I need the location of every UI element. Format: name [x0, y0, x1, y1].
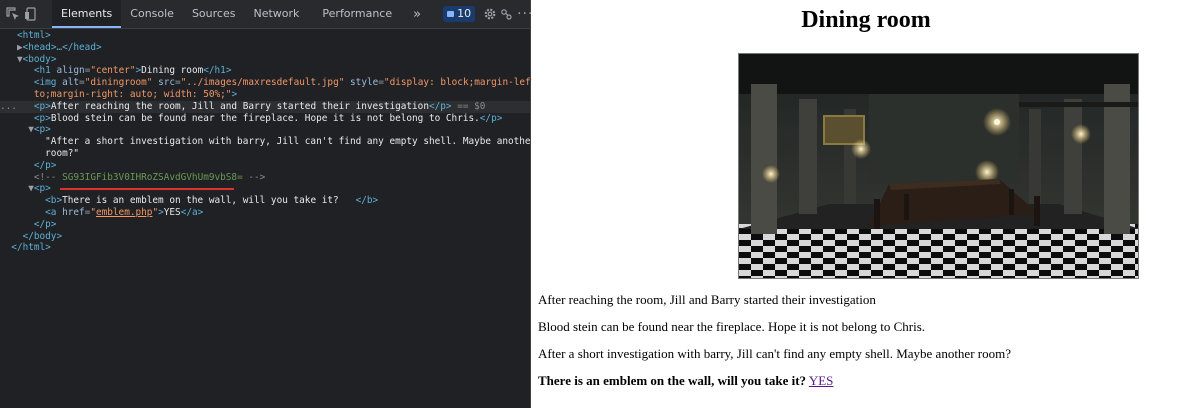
- message-icon: [447, 11, 455, 17]
- dom-tree: <html> ▶<head>…</head> ▼<body> <h1 align…: [0, 29, 559, 254]
- dom-line-html-open[interactable]: <html>: [0, 30, 530, 42]
- inspect-element-icon[interactable]: [6, 5, 20, 23]
- devtools-panel: Elements Console Sources Network Perform…: [0, 0, 559, 408]
- page-title: Dining room: [801, 7, 931, 33]
- message-count: 10: [457, 7, 472, 20]
- rendered-page: Dining room After reaching the room, Jil…: [532, 0, 1200, 408]
- dom-line-b[interactable]: <b>There is an emblem on the wall, will …: [0, 195, 530, 207]
- dom-line-p3-close[interactable]: </p>: [0, 160, 530, 172]
- tab-performance[interactable]: Performance: [308, 0, 401, 28]
- emblem-paragraph: There is an emblem on the wall, will you…: [538, 373, 833, 389]
- tab-sources[interactable]: Sources: [183, 0, 245, 28]
- dom-href-link[interactable]: emblem.php: [96, 207, 152, 218]
- paragraph-investigation: After reaching the room, Jill and Barry …: [538, 292, 876, 307]
- dining-room-illustration: [739, 54, 1138, 278]
- tab-console[interactable]: Console: [121, 0, 183, 28]
- dom-line-body-close[interactable]: </body>: [0, 231, 530, 243]
- dom-line-comment[interactable]: <!-- SG93IGFib3V0IHRoZSAvdGVhUm9vbS8= --…: [0, 172, 530, 190]
- device-toolbar-icon[interactable]: [24, 5, 38, 23]
- dom-line-body-open[interactable]: ▼<body>: [0, 54, 530, 66]
- yes-link[interactable]: YES: [809, 373, 834, 388]
- dom-line-a[interactable]: <a href="emblem.php">YES</a>: [0, 207, 530, 219]
- messages-badge[interactable]: 10: [443, 6, 476, 22]
- dom-line-p4-close[interactable]: </p>: [0, 219, 530, 231]
- devtools-toolbar: Elements Console Sources Network Perform…: [0, 0, 551, 29]
- dom-line-img-cont[interactable]: to;margin-right: auto; width: 50%;">: [0, 89, 530, 101]
- dom-line-p2[interactable]: <p>Blood stein can be found near the fir…: [0, 113, 530, 125]
- dom-line-head[interactable]: ▶<head>…</head>: [0, 42, 530, 54]
- tab-elements[interactable]: Elements: [52, 0, 122, 28]
- paragraph-empty-shell: After a short investigation with barry, …: [538, 346, 1011, 361]
- paragraph-blood-stain: Blood stein can be found near the firepl…: [538, 319, 926, 334]
- dom-line-p4-open[interactable]: ▼<p>: [0, 183, 530, 195]
- more-tabs-icon[interactable]: »: [407, 7, 427, 22]
- dom-line-p3-text[interactable]: "After a short investigation with barry,…: [0, 136, 536, 148]
- dom-line-p3-open[interactable]: ▼<p>: [0, 124, 530, 136]
- customize-icon[interactable]: [499, 5, 513, 23]
- dining-room-image: [738, 53, 1139, 279]
- more-options-icon[interactable]: ···: [517, 5, 533, 23]
- dom-line-p1-selected[interactable]: ... <p>After reaching the room, Jill and…: [0, 100, 530, 113]
- dom-line-p3-text-cont[interactable]: room?": [0, 148, 530, 160]
- dom-line-html-close[interactable]: </html>: [0, 242, 530, 254]
- dom-line-h1[interactable]: <h1 align="center">Dining room</h1>: [0, 65, 530, 77]
- dom-line-img[interactable]: <img alt="diningroom" src="../images/max…: [0, 77, 559, 89]
- emblem-question: There is an emblem on the wall, will you…: [538, 373, 807, 388]
- tab-network[interactable]: Network: [244, 0, 308, 28]
- settings-gear-icon[interactable]: [483, 5, 497, 23]
